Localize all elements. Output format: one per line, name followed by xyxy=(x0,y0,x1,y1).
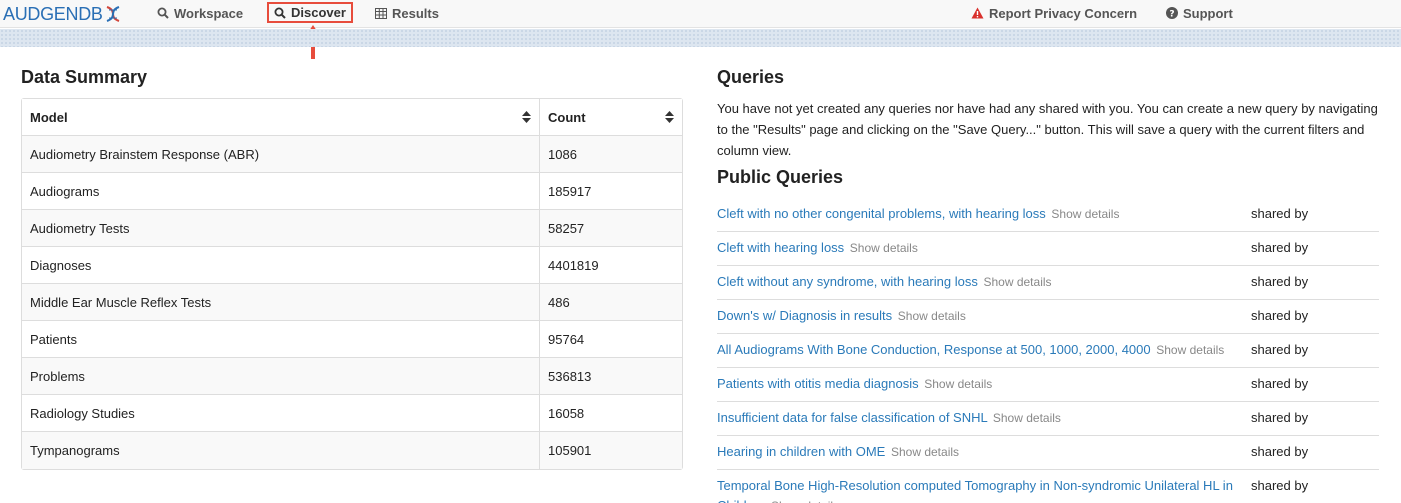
show-details-link[interactable]: Show details xyxy=(850,241,918,255)
list-item: Cleft with hearing loss Show details sha… xyxy=(717,232,1379,266)
show-details-link[interactable]: Show details xyxy=(993,411,1061,425)
list-item: Patients with otitis media diagnosis Sho… xyxy=(717,368,1379,402)
nav-discover[interactable]: Discover xyxy=(267,2,353,23)
queries-description: You have not yet created any queries nor… xyxy=(717,101,1378,158)
count-cell: 536813 xyxy=(540,358,682,395)
public-queries-title: Public Queries xyxy=(717,167,844,187)
column-header-label: Model xyxy=(30,109,68,125)
data-summary-title: Data Summary xyxy=(21,67,148,87)
nav-support-label: Support xyxy=(1183,5,1233,21)
public-query-link[interactable]: Cleft with hearing loss xyxy=(717,240,844,255)
column-header-label: Count xyxy=(548,109,586,125)
show-details-link[interactable]: Show details xyxy=(898,309,966,323)
count-cell: 1086 xyxy=(540,136,682,173)
show-details-link[interactable]: Show details xyxy=(771,499,839,503)
top-navbar: AUDGENDB Workspace Discover Results Repo… xyxy=(0,0,1401,28)
nav-report-privacy-label: Report Privacy Concern xyxy=(989,5,1138,21)
shared-by-label: shared by xyxy=(1251,342,1309,357)
column-header-model[interactable]: Model xyxy=(22,99,540,136)
model-cell: Audiograms xyxy=(22,173,540,210)
shared-by-label: shared by xyxy=(1251,376,1309,391)
count-cell: 105901 xyxy=(540,432,682,469)
table-row: Diagnoses 4401819 xyxy=(22,247,682,284)
count-cell: 58257 xyxy=(540,210,682,247)
public-queries-list: Cleft with no other congenital problems,… xyxy=(717,198,1379,503)
table-row: Radiology Studies 16058 xyxy=(22,395,682,432)
table-row: Patients 95764 xyxy=(22,321,682,358)
nav-results[interactable]: Results xyxy=(375,3,439,23)
nav-report-privacy[interactable]: Report Privacy Concern xyxy=(971,3,1137,23)
data-summary-table: Model Count Audiometry Brainstem Respons… xyxy=(21,98,683,470)
brand-name: AUDGENDB xyxy=(3,4,103,24)
search-icon xyxy=(157,7,169,19)
show-details-link[interactable]: Show details xyxy=(1156,343,1224,357)
count-cell: 16058 xyxy=(540,395,682,432)
column-header-count[interactable]: Count xyxy=(540,99,682,136)
public-query-link[interactable]: Patients with otitis media diagnosis xyxy=(717,376,919,391)
nav-workspace[interactable]: Workspace xyxy=(157,3,243,23)
public-query-link[interactable]: Cleft with no other congenital problems,… xyxy=(717,206,1046,221)
list-item: Down's w/ Diagnosis in results Show deta… xyxy=(717,300,1379,334)
shared-by-label: shared by xyxy=(1251,274,1309,289)
public-query-link[interactable]: Hearing in children with OME xyxy=(717,444,885,459)
nav-workspace-label: Workspace xyxy=(174,5,244,21)
public-query-link[interactable]: Insufficient data for false classificati… xyxy=(717,410,987,425)
table-row: Audiograms 185917 xyxy=(22,173,682,210)
count-cell: 4401819 xyxy=(540,247,682,284)
warning-icon xyxy=(971,7,984,19)
list-item: Temporal Bone High-Resolution computed T… xyxy=(717,470,1379,503)
brand-logo[interactable]: AUDGENDB xyxy=(3,4,122,24)
show-details-link[interactable]: Show details xyxy=(924,377,992,391)
list-item: Hearing in children with OME Show detail… xyxy=(717,436,1379,470)
sort-icon xyxy=(522,111,531,123)
public-query-link[interactable]: All Audiograms With Bone Conduction, Res… xyxy=(717,342,1151,357)
model-cell: Problems xyxy=(22,358,540,395)
table-row: Tympanograms 105901 xyxy=(22,432,682,469)
shared-by-label: shared by xyxy=(1251,410,1309,425)
list-item: Insufficient data for false classificati… xyxy=(717,402,1379,436)
nav-support[interactable]: ? Support xyxy=(1166,3,1233,23)
show-details-link[interactable]: Show details xyxy=(891,445,959,459)
public-query-link[interactable]: Cleft without any syndrome, with hearing… xyxy=(717,274,978,289)
dna-icon xyxy=(106,6,120,22)
shared-by-label: shared by xyxy=(1251,240,1309,255)
public-query-link[interactable]: Down's w/ Diagnosis in results xyxy=(717,308,892,323)
count-cell: 185917 xyxy=(540,173,682,210)
model-cell: Middle Ear Muscle Reflex Tests xyxy=(22,284,540,321)
model-cell: Diagnoses xyxy=(22,247,540,284)
list-item: Cleft without any syndrome, with hearing… xyxy=(717,266,1379,300)
nav-results-label: Results xyxy=(392,5,439,21)
queries-title: Queries xyxy=(717,67,785,87)
table-row: Middle Ear Muscle Reflex Tests 486 xyxy=(22,284,682,321)
shared-by-label: shared by xyxy=(1251,478,1309,493)
model-cell: Tympanograms xyxy=(22,432,540,469)
count-cell: 95764 xyxy=(540,321,682,358)
model-cell: Audiometry Tests xyxy=(22,210,540,247)
table-row: Audiometry Tests 58257 xyxy=(22,210,682,247)
shared-by-label: shared by xyxy=(1251,308,1309,323)
question-icon: ? xyxy=(1166,7,1178,19)
model-cell: Patients xyxy=(22,321,540,358)
shared-by-label: shared by xyxy=(1251,444,1309,459)
shared-by-label: shared by xyxy=(1251,206,1309,221)
nav-discover-label: Discover xyxy=(291,5,346,20)
list-item: Cleft with no other congenital problems,… xyxy=(717,198,1379,232)
table-row: Problems 536813 xyxy=(22,358,682,395)
model-cell: Audiometry Brainstem Response (ABR) xyxy=(22,136,540,173)
table-icon xyxy=(375,7,387,19)
sort-icon xyxy=(665,111,674,123)
list-item: All Audiograms With Bone Conduction, Res… xyxy=(717,334,1379,368)
svg-text:?: ? xyxy=(1169,10,1174,20)
show-details-link[interactable]: Show details xyxy=(1051,207,1119,221)
table-row: Audiometry Brainstem Response (ABR) 1086 xyxy=(22,136,682,173)
show-details-link[interactable]: Show details xyxy=(983,275,1051,289)
count-cell: 486 xyxy=(540,284,682,321)
search-icon xyxy=(274,7,286,19)
model-cell: Radiology Studies xyxy=(22,395,540,432)
header-strip xyxy=(0,29,1401,47)
